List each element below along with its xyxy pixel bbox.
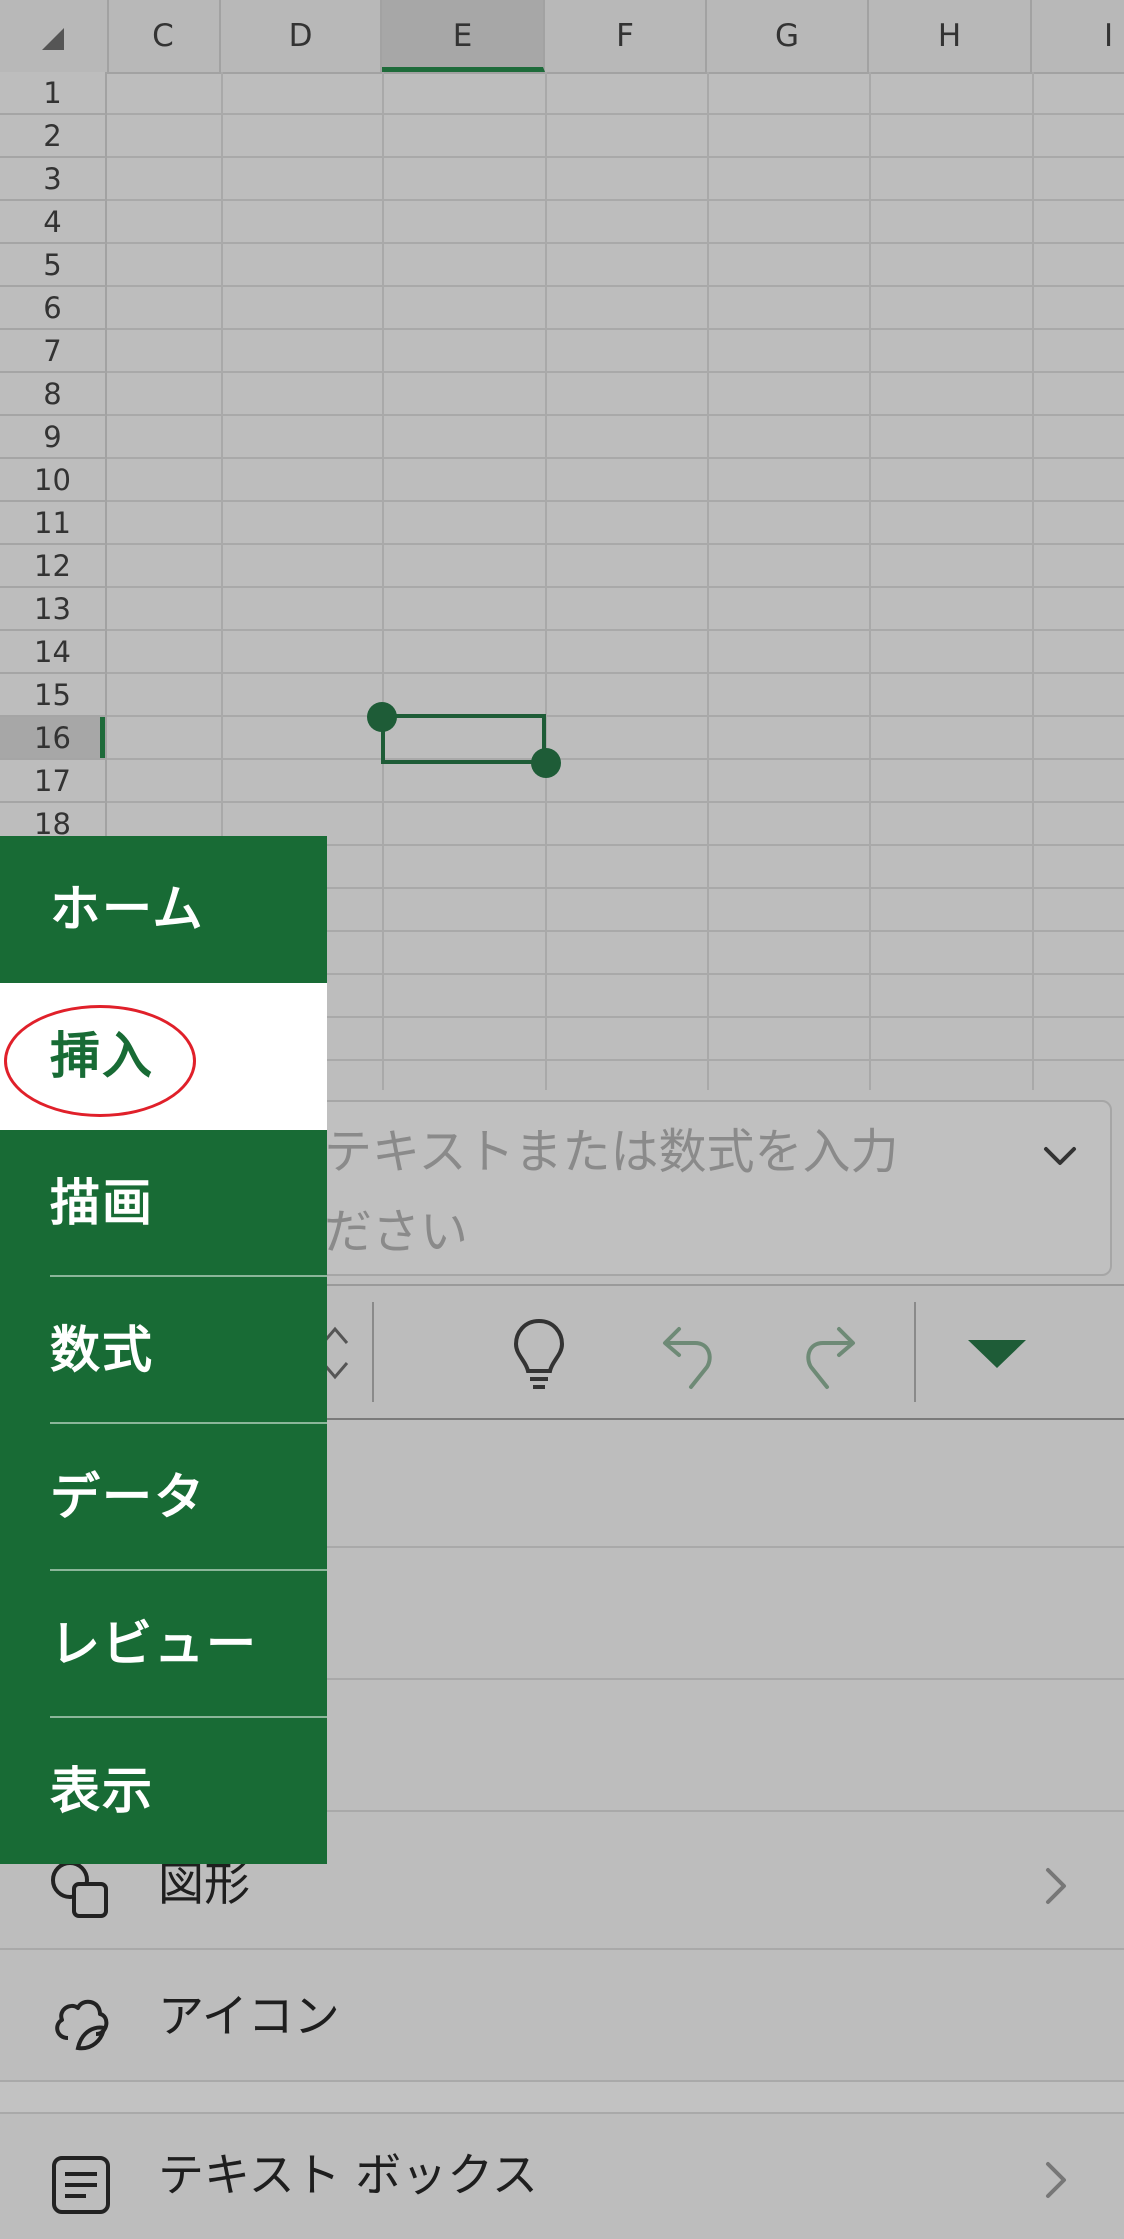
row-header-8[interactable]: 8 — [0, 373, 107, 416]
chevron-down-icon[interactable] — [1042, 1138, 1078, 1174]
tab-home[interactable]: ホーム — [0, 836, 327, 983]
row-header-15[interactable]: 15 — [0, 674, 107, 717]
tab-review[interactable]: レビュー — [0, 1571, 327, 1718]
row-header-6[interactable]: 6 — [0, 287, 107, 330]
formula-placeholder: テキストまたは数式を入力 ださい — [324, 1112, 1004, 1272]
toolbar-divider — [372, 1302, 374, 1402]
grid-row-line — [107, 543, 1124, 545]
row-header-3[interactable]: 3 — [0, 158, 107, 201]
grid-row-line — [107, 371, 1124, 373]
row-header-4[interactable]: 4 — [0, 201, 107, 244]
chevron-right-icon — [1046, 2162, 1066, 2198]
row-header-17[interactable]: 17 — [0, 760, 107, 803]
grid-row-line — [107, 285, 1124, 287]
grid-row-line — [107, 715, 1124, 717]
grid-row-line — [107, 199, 1124, 201]
tab-view-label: 表示 — [50, 1762, 154, 1820]
grid-row-line — [107, 328, 1124, 330]
annotation-circle — [4, 1005, 196, 1117]
column-header-i[interactable]: I — [1032, 0, 1124, 72]
redo-icon[interactable] — [786, 1308, 876, 1398]
grid-row-line — [107, 672, 1124, 674]
grid-row-line — [107, 500, 1124, 502]
column-header-g[interactable]: G — [707, 0, 869, 72]
insert-textbox-row[interactable]: テキスト ボックス — [0, 2112, 1124, 2239]
grid-column-line — [545, 72, 547, 1090]
grid-row-line — [107, 242, 1124, 244]
tab-view[interactable]: 表示 — [0, 1718, 327, 1865]
tab-formulas-label: 数式 — [50, 1321, 154, 1379]
formula-placeholder-line1: テキストまたは数式を入力 — [324, 1124, 899, 1180]
selected-cell-e16[interactable] — [381, 714, 546, 764]
tab-draw[interactable]: 描画 — [0, 1130, 327, 1277]
grid-column-line — [869, 72, 871, 1090]
row-header-11[interactable]: 11 — [0, 502, 107, 545]
select-all-triangle-icon — [42, 28, 64, 50]
formula-placeholder-line2: ださい — [324, 1204, 469, 1260]
formula-input[interactable]: テキストまたは数式を入力 ださい — [300, 1100, 1112, 1276]
column-header-f[interactable]: F — [545, 0, 707, 72]
collapse-triangle-icon[interactable] — [952, 1308, 1042, 1398]
grid-row-line — [107, 156, 1124, 158]
row-header-5[interactable]: 5 — [0, 244, 107, 287]
selection-handle-top-left[interactable] — [367, 702, 397, 732]
grid-column-line — [382, 72, 384, 1090]
column-header-h[interactable]: H — [869, 0, 1032, 72]
tab-draw-label: 描画 — [50, 1174, 154, 1232]
row-header-14[interactable]: 14 — [0, 631, 107, 674]
tab-data[interactable]: データ — [0, 1424, 327, 1571]
insert-textbox-label: テキスト ボックス — [158, 2148, 538, 2202]
row-header-7[interactable]: 7 — [0, 330, 107, 373]
tab-insert[interactable]: 挿入 — [0, 983, 327, 1130]
grid-row-line — [107, 758, 1124, 760]
row-header-12[interactable]: 12 — [0, 545, 107, 588]
grid-row-line — [107, 801, 1124, 803]
row-header-16[interactable]: 16 — [0, 717, 107, 760]
toolbar-divider — [914, 1302, 916, 1402]
grid-column-line — [707, 72, 709, 1090]
lightbulb-icon[interactable] — [494, 1308, 584, 1398]
column-header-d[interactable]: D — [221, 0, 382, 72]
column-header-e[interactable]: E — [382, 0, 545, 72]
row-header-2[interactable]: 2 — [0, 115, 107, 158]
column-header-c[interactable]: C — [107, 0, 221, 72]
row-header-13[interactable]: 13 — [0, 588, 107, 631]
grid-row-line — [107, 113, 1124, 115]
tab-formulas[interactable]: 数式 — [0, 1277, 327, 1424]
shapes-icon — [51, 1861, 108, 1918]
tab-home-label: ホーム — [50, 880, 205, 938]
ribbon-tab-menu: ホーム 挿入 描画 数式 データ レビュー 表示 — [0, 836, 327, 1864]
grid-row-line — [107, 629, 1124, 631]
row-header-9[interactable]: 9 — [0, 416, 107, 459]
undo-icon[interactable] — [642, 1308, 732, 1398]
grid-row-line — [107, 414, 1124, 416]
row-header-1[interactable]: 1 — [0, 72, 107, 115]
grid-row-line — [107, 457, 1124, 459]
insert-icons-label: アイコン — [158, 1989, 340, 2043]
tab-data-label: データ — [50, 1468, 206, 1526]
row-header-10[interactable]: 10 — [0, 459, 107, 502]
list-section-gap — [0, 2082, 1124, 2114]
grid-row-line — [107, 586, 1124, 588]
column-header-row: C D E F G H I — [0, 0, 1124, 74]
chevron-right-icon — [1046, 1868, 1066, 1904]
select-all-corner[interactable] — [0, 0, 109, 72]
insert-icons-row[interactable]: アイコン — [0, 1950, 1124, 2082]
icons-icon — [55, 1999, 109, 2051]
selection-handle-bottom-right[interactable] — [531, 748, 561, 778]
grid-column-line — [1032, 72, 1034, 1090]
textbox-icon — [52, 2156, 110, 2214]
tab-review-label: レビュー — [50, 1615, 258, 1673]
